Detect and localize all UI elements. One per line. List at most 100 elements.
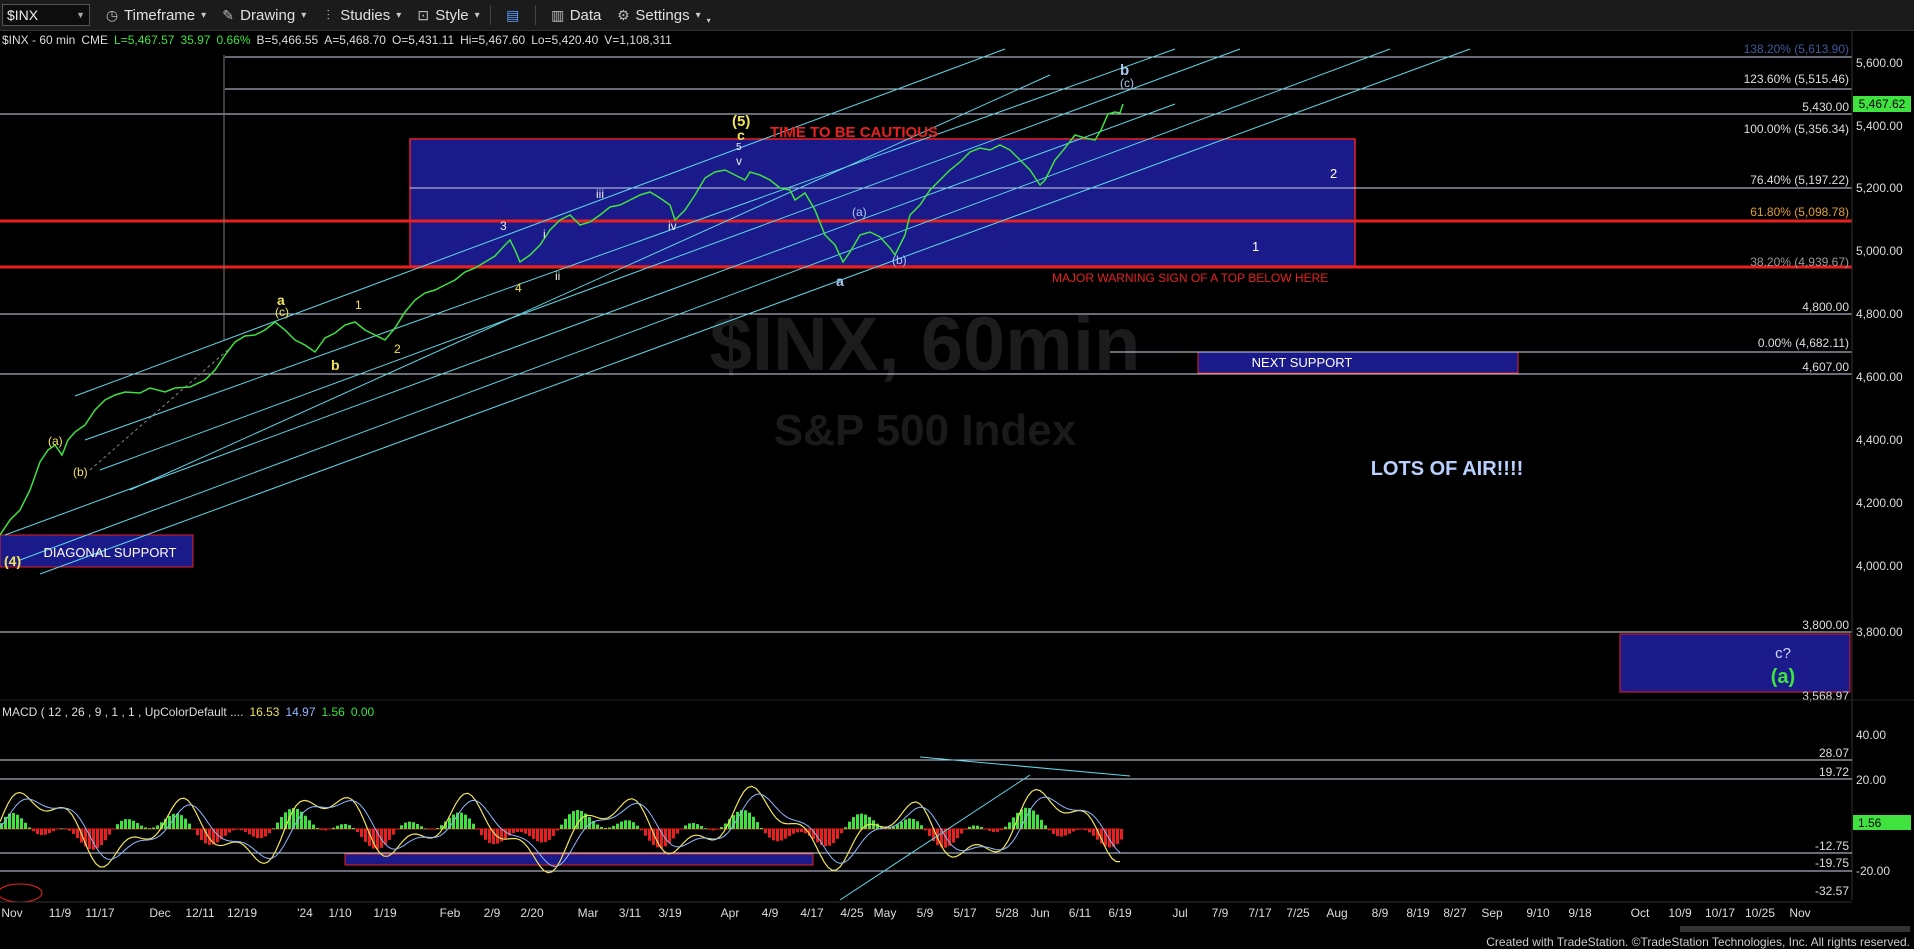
macd-hist-bar [252,829,255,837]
macd-hist-bar [388,829,391,840]
macd-label: MACD ( 12 , 26 , 9 , 1 , 1 , UpColorDefa… [2,705,244,719]
macd-hist-bar [1068,829,1071,834]
macd-hist-bar [852,817,855,829]
macd-hist-bar [548,829,551,840]
macd-hist-bar [628,820,631,829]
macd-hist-bar [556,829,559,831]
current-price-value: 5,467.62 [1859,97,1906,111]
macd-hist-bar [716,829,719,830]
macd-hist-bar [708,829,711,830]
macd-hist-bar [428,829,431,830]
level-3568-label: 3,568.97 [1802,689,1849,703]
macd-level-19: 19.72 [1819,765,1849,779]
macd-hist-bar [244,829,247,832]
macd-hist-bar [712,829,715,831]
box-label-1: 1 [1252,239,1259,254]
wave-c-label: c [737,127,745,143]
macd-hist-bar [568,814,571,829]
macd-hist-bar [1048,829,1051,831]
macd-hist-bar [436,828,439,829]
macd-hist-bar [528,829,531,837]
wave-v-label: v [736,154,742,168]
macd-hist-bar [32,829,35,832]
macd-hist-bar [684,825,687,829]
target-box [1619,633,1851,693]
macd-hist-bar [992,829,995,833]
macd-hist-bar [304,815,307,829]
macd-hist-bar [1044,825,1047,829]
price-scale: 5,600.00 5,400.00 5,200.00 5,000.00 4,800.00… [1856,56,1903,639]
macd-hist-bar [824,829,827,847]
macd-hist-bar [908,818,911,829]
time-tick-label: Sep [1481,906,1503,920]
macd-hist-bar [512,829,515,834]
wave-3-label: 3 [500,219,507,233]
macd-hist-bar [960,829,963,834]
macd-hist-bar [228,829,231,833]
time-tick-label: Dec [149,906,170,920]
watermark-name: S&P 500 Index [774,406,1077,455]
macd-hist-bar [624,820,627,829]
macd-hist-bar [744,810,747,829]
fib-0-label: 0.00% (4,682.11) [1758,336,1849,350]
macd-hist-bar [420,826,423,829]
resistance-box [409,138,1356,267]
macd-hist-bar [12,812,15,829]
macd-hist-bar [140,825,143,829]
macd-hist-bar [768,829,771,838]
wave-4s-label: 4 [515,281,522,295]
scrollbar[interactable] [1680,926,1910,932]
macd-hist-bar [616,823,619,829]
time-tick-label: 12/19 [227,906,257,920]
macd-hist-bar [792,829,795,834]
macd-hist-bar [564,818,567,829]
price-tick-label: 4,000.00 [1856,559,1903,573]
macd-hist-bar [760,827,763,829]
price-tick-label: 5,200.00 [1856,181,1903,195]
price-tick-label: 5,600.00 [1856,56,1903,70]
macd-hist-bar [912,818,915,829]
macd-hist-bar [28,827,31,829]
macd-scale: 40.00 20.00 -20.00 28.07 19.72 -12.75 -1… [1815,728,1890,898]
time-tick-label: 4/17 [800,906,824,920]
macd-hist-bar [524,829,527,834]
macd-hist-bar [432,829,435,830]
macd-hist-bar [44,829,47,835]
macd-hist-bar [536,829,539,842]
macd-hist-bar [560,824,563,829]
fib-76-label: 76.40% (5,197.22) [1750,173,1849,187]
macd-hist-bar [128,819,131,829]
macd-hist-bar [988,829,991,831]
macd-hist-bar [688,823,691,829]
macd-hist-bar [324,829,327,831]
macd-hist-bar [1064,829,1067,836]
macd-hist-bar [156,825,159,829]
level-4607-label: 4,607.00 [1802,360,1849,374]
time-tick-label: 4/25 [840,906,864,920]
macd-hist-bar [516,829,519,832]
macd-hist-bar [540,829,543,843]
info-symbol: $INX - 60 min [2,33,76,47]
macd-hist-bar [36,829,39,835]
time-tick-label: 9/18 [1568,906,1592,920]
macd-hist-bar [340,824,343,829]
macd-hist-bar [256,829,259,839]
macd-hist-bar [1040,819,1043,829]
info-volume: V=1,108,311 [604,33,672,47]
time-tick-label: '24 [297,906,313,920]
macd-hist-bar [468,818,471,829]
macd-hist-bar [856,814,859,829]
macd-hist-bar [248,829,251,835]
price-tick-label: 4,200.00 [1856,496,1903,510]
macd-hist-bar [1032,810,1035,829]
macd-hist-bar [520,829,523,833]
macd-hist-bar [336,825,339,829]
time-tick-label: 11/9 [49,906,72,920]
macd-hist-bar [240,829,243,831]
time-tick-label: 1/10 [328,906,352,920]
macd-hist-bar [88,829,91,849]
price-chart[interactable]: $INX, 60min S&P 500 Index TIME TO BE CAU… [0,0,1914,949]
time-tick-label: 10/25 [1745,906,1775,920]
macd-hist-bar [148,828,151,829]
level-4800-label: 4,800.00 [1802,300,1849,314]
